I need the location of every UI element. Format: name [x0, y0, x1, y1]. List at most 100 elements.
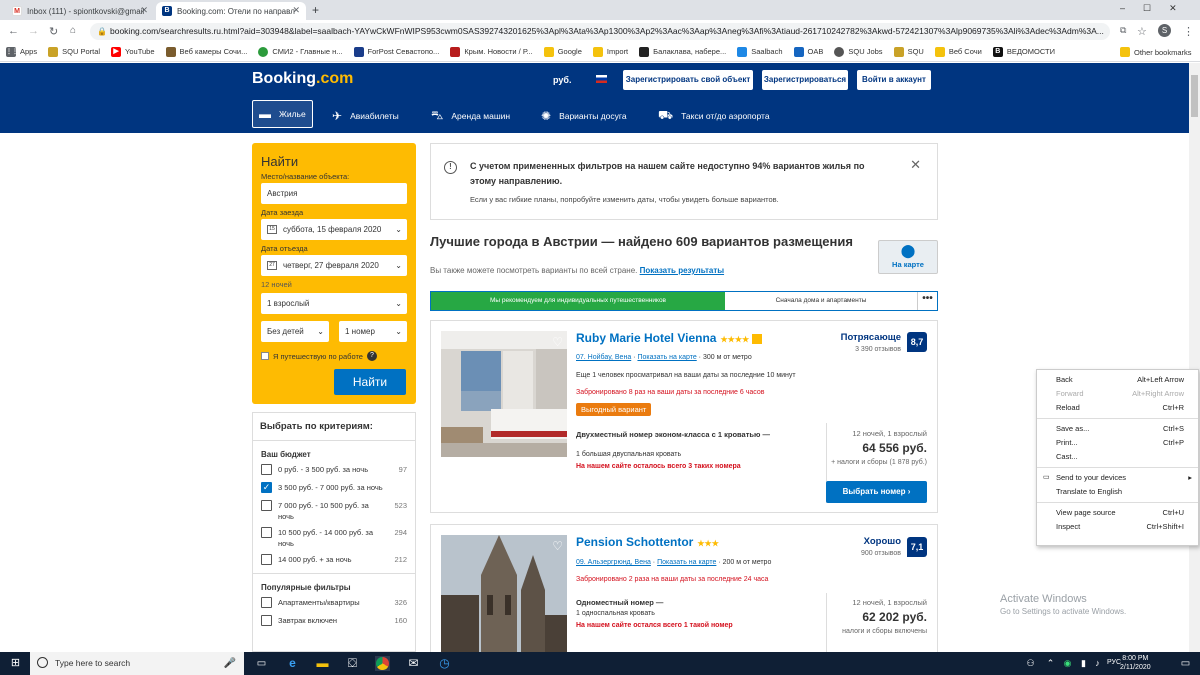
- bookmark[interactable]: ⋮⋮ Apps: [6, 46, 37, 57]
- menu-item-inspect[interactable]: Inspect Ctrl+Shift+I: [1037, 520, 1198, 534]
- show-hidden-icons-icon[interactable]: ⌃: [1043, 656, 1058, 671]
- mail-icon[interactable]: ✉: [406, 656, 421, 671]
- review-score-badge[interactable]: 7,1: [907, 537, 927, 557]
- home-icon[interactable]: ⌂: [70, 25, 76, 36]
- currency-selector[interactable]: руб.: [553, 75, 571, 85]
- destination-input[interactable]: Австрия: [261, 183, 407, 204]
- russia-flag-icon[interactable]: [596, 75, 607, 83]
- taskbar-search[interactable]: Type here to search 🎤: [30, 652, 244, 675]
- volume-icon[interactable]: ♪: [1090, 656, 1105, 671]
- rooms-select[interactable]: 1 номер ⌄: [339, 321, 407, 342]
- menu-item-cast[interactable]: Cast...: [1037, 450, 1198, 464]
- notifications-icon[interactable]: ▭: [1178, 656, 1193, 671]
- login-button[interactable]: Войти в аккаунт: [857, 70, 931, 90]
- menu-item-translate[interactable]: Translate to English: [1037, 485, 1198, 499]
- task-view-icon[interactable]: ▭: [254, 656, 269, 671]
- bookmark[interactable]: SQU Jobs: [834, 46, 883, 57]
- hotel-name[interactable]: Ruby Marie Hotel Vienna ★★★★: [576, 331, 763, 345]
- booking-logo[interactable]: Booking.com: [252, 70, 353, 88]
- bookmark[interactable]: Saalbach: [737, 46, 783, 57]
- register-button[interactable]: Зарегистрироваться: [762, 70, 848, 90]
- menu-item-forward[interactable]: Forward Alt+Right Arrow: [1037, 387, 1198, 401]
- adults-select[interactable]: 1 взрослый ⌄: [261, 293, 407, 314]
- bookmark[interactable]: Import: [592, 46, 628, 57]
- sort-recommended-tab[interactable]: Мы рекомендуем для индивидуальных путеше…: [431, 292, 725, 310]
- work-trip-option[interactable]: Я путешествую по работе ?: [261, 351, 407, 361]
- new-tab-button[interactable]: +: [312, 3, 319, 17]
- tab-gmail[interactable]: M Inbox (111) - spiontkovski@gmail.c... …: [6, 2, 154, 20]
- search-button[interactable]: Найти: [334, 369, 406, 395]
- popular-filter-item[interactable]: Апартаменты/квартиры 326: [253, 597, 415, 610]
- forward-arrow-icon[interactable]: →: [28, 25, 39, 37]
- checkbox-checked[interactable]: ✓: [261, 482, 272, 493]
- windows-start-icon[interactable]: ⊞: [8, 656, 23, 671]
- checkbox[interactable]: [261, 615, 272, 626]
- bookmark[interactable]: SQU Portal: [48, 46, 100, 57]
- tab-car-rental[interactable]: ⛍ Аренда машин: [431, 101, 510, 131]
- back-arrow-icon[interactable]: ←: [8, 25, 19, 37]
- tab-booking[interactable]: B Booking.com: Отели по направле... ✕: [156, 2, 306, 20]
- microphone-icon[interactable]: 🎤: [224, 652, 236, 675]
- budget-filter-item[interactable]: ✓ 3 500 руб. - 7 000 руб. за ночь: [253, 482, 415, 495]
- budget-filter-item[interactable]: 0 руб. - 3 500 руб. за ночь 97: [253, 464, 415, 477]
- favorite-heart-icon[interactable]: ♡: [552, 335, 563, 349]
- file-explorer-icon[interactable]: ▬: [315, 656, 330, 671]
- children-select[interactable]: Без детей ⌄: [261, 321, 329, 342]
- window-controls[interactable]: –☐✕: [1120, 3, 1195, 14]
- menu-item-save-as[interactable]: Save as... Ctrl+S: [1037, 422, 1198, 436]
- checkbox[interactable]: [261, 527, 272, 538]
- menu-dots-icon[interactable]: ⋮: [1183, 25, 1194, 38]
- checkbox[interactable]: [261, 554, 272, 565]
- bookmark[interactable]: Веб камеры Сочи...: [165, 46, 247, 57]
- tab-attractions[interactable]: ✺ Варианты досуга: [541, 101, 627, 131]
- bookmark[interactable]: Балаклава, набере...: [639, 46, 726, 57]
- review-summary[interactable]: Потрясающе 3 390 отзывов: [841, 332, 901, 353]
- review-score-badge[interactable]: 8,7: [907, 332, 927, 352]
- hotel-name[interactable]: Pension Schottentor ★★★: [576, 535, 719, 549]
- bookmark[interactable]: ForPost Севастопо...: [353, 46, 439, 57]
- checkout-date-field[interactable]: 27 четверг, 27 февраля 2020 ⌄: [261, 255, 407, 276]
- checkbox[interactable]: [261, 500, 272, 511]
- wifi-icon[interactable]: ◉: [1060, 656, 1075, 671]
- bookmark[interactable]: OAB: [793, 46, 823, 57]
- bookmark[interactable]: Крым. Новости / Р...: [450, 46, 533, 57]
- sort-homes-tab[interactable]: Сначала дома и апартаменты: [725, 292, 917, 310]
- budget-filter-item[interactable]: 10 500 руб. - 14 000 руб. за ночь 294: [253, 527, 415, 549]
- people-icon[interactable]: ⚇: [1023, 656, 1038, 671]
- chrome-icon[interactable]: [375, 656, 390, 671]
- review-summary[interactable]: Хорошо 900 отзывов: [861, 536, 901, 557]
- other-bookmarks[interactable]: Other bookmarks: [1120, 47, 1192, 57]
- clock-app-icon[interactable]: ◷: [437, 656, 452, 671]
- checkbox[interactable]: [261, 597, 272, 608]
- store-icon[interactable]: ⛋: [345, 656, 360, 671]
- edge-icon[interactable]: e: [285, 656, 300, 671]
- tab-airport-taxi[interactable]: ⛟ Такси от/до аэропорта: [658, 101, 770, 131]
- input-language[interactable]: РУС: [1107, 659, 1121, 666]
- address-bar[interactable]: 🔒 booking.com/searchresults.ru.html?aid=…: [90, 23, 1110, 40]
- menu-item-back[interactable]: Back Alt+Left Arrow: [1037, 373, 1198, 387]
- bookmark[interactable]: Веб Сочи: [934, 46, 982, 57]
- hotel-photo[interactable]: ♡: [441, 535, 567, 652]
- budget-filter-item[interactable]: 14 000 руб. + за ночь 212: [253, 554, 415, 567]
- sort-more-button[interactable]: •••: [917, 292, 937, 310]
- menu-item-send-to-devices[interactable]: ▭ Send to your devices ▸: [1037, 471, 1198, 485]
- system-clock[interactable]: 8:00 PM 2/11/2020: [1120, 654, 1151, 672]
- work-trip-checkbox[interactable]: [261, 352, 269, 360]
- favorite-heart-icon[interactable]: ♡: [552, 539, 563, 553]
- bookmark-star-icon[interactable]: ☆: [1137, 25, 1147, 38]
- bookmark[interactable]: Google: [543, 46, 582, 57]
- map-button[interactable]: ⬤ На карте: [878, 240, 938, 274]
- checkbox[interactable]: [261, 464, 272, 475]
- reload-icon[interactable]: ↻: [49, 25, 58, 38]
- scrollbar-thumb[interactable]: [1191, 75, 1198, 117]
- help-icon[interactable]: ?: [366, 351, 377, 361]
- tab-stays[interactable]: ▬ Жилье: [252, 100, 313, 128]
- checkin-date-field[interactable]: 15 суббота, 15 февраля 2020 ⌄: [261, 219, 407, 240]
- bookmark[interactable]: SQU: [893, 46, 924, 57]
- menu-item-reload[interactable]: Reload Ctrl+R: [1037, 401, 1198, 415]
- budget-filter-item[interactable]: 7 000 руб. - 10 500 руб. за ночь 523: [253, 500, 415, 522]
- choose-room-button[interactable]: Выбрать номер ›: [826, 481, 927, 503]
- close-tab-icon[interactable]: ✕: [292, 5, 300, 16]
- bookmark[interactable]: ▶ YouTube: [111, 46, 155, 57]
- translate-icon[interactable]: ⧉: [1120, 25, 1126, 36]
